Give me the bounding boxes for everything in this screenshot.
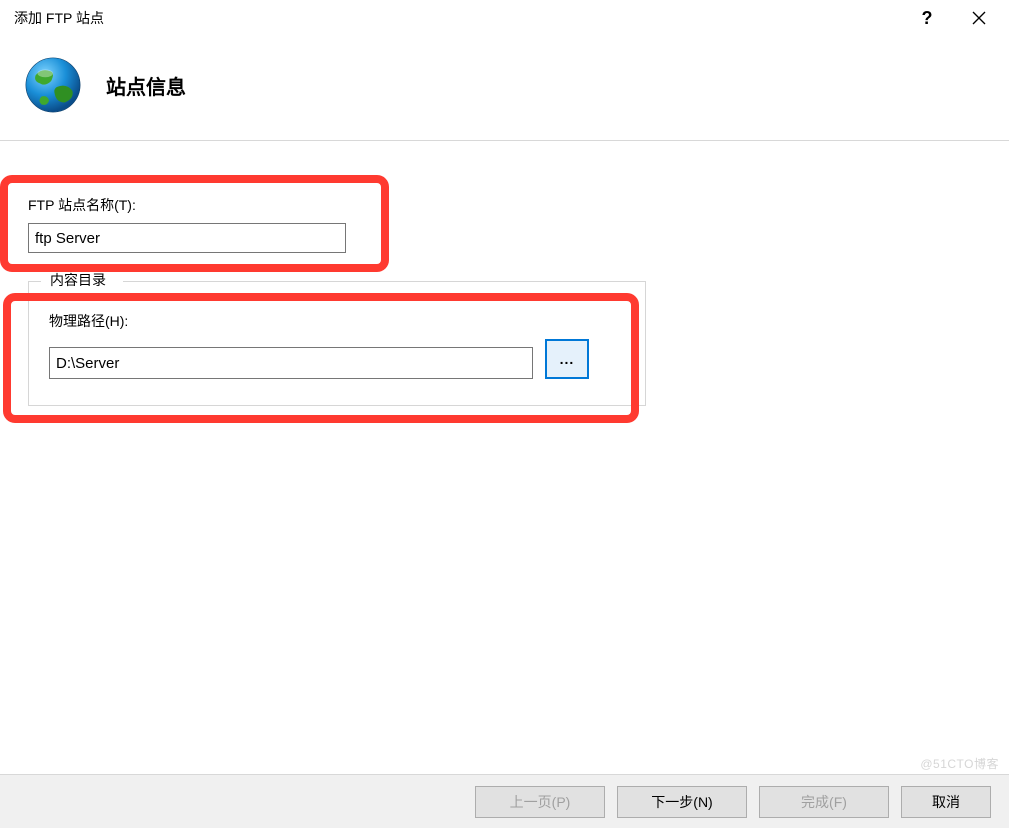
content-area: FTP 站点名称(T): 内容目录 物理路径(H): ...	[0, 141, 1009, 781]
site-name-label: FTP 站点名称(T):	[28, 195, 1009, 215]
dialog-header: 站点信息	[0, 36, 1009, 140]
wizard-button-bar: 上一页(P) 下一步(N) 完成(F) 取消	[0, 774, 1009, 828]
cancel-button[interactable]: 取消	[901, 786, 991, 818]
previous-button: 上一页(P)	[475, 786, 605, 818]
physical-path-input[interactable]	[49, 347, 533, 379]
window-title: 添加 FTP 站点	[14, 8, 913, 28]
help-icon[interactable]: ?	[913, 4, 941, 32]
site-name-input[interactable]	[28, 223, 346, 253]
ellipsis-icon: ...	[560, 351, 575, 367]
content-directory-group: 内容目录 物理路径(H): ...	[28, 281, 646, 406]
site-name-field: FTP 站点名称(T):	[28, 195, 1009, 253]
physical-path-label: 物理路径(H):	[49, 311, 627, 331]
browse-button[interactable]: ...	[545, 339, 589, 379]
titlebar: 添加 FTP 站点 ?	[0, 0, 1009, 36]
close-icon[interactable]	[965, 4, 993, 32]
globe-icon	[22, 54, 84, 116]
finish-button: 完成(F)	[759, 786, 889, 818]
next-button[interactable]: 下一步(N)	[617, 786, 747, 818]
titlebar-controls: ?	[913, 4, 1001, 32]
page-title: 站点信息	[106, 71, 186, 100]
